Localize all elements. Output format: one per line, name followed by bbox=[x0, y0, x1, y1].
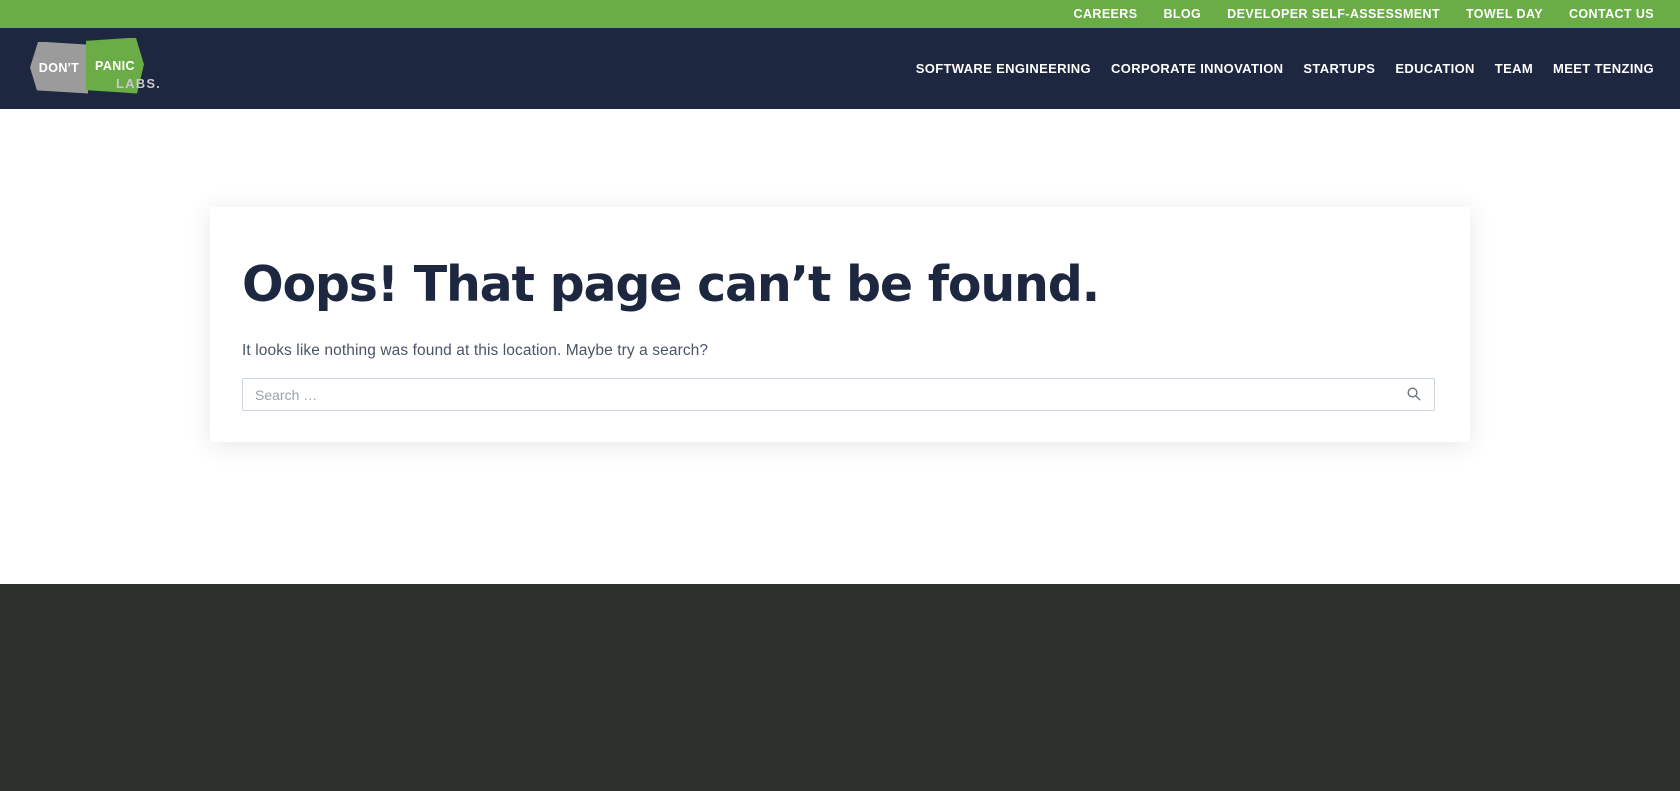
topbar-link-careers[interactable]: CAREERS bbox=[1074, 7, 1138, 21]
topbar-link-developer-self-assessment[interactable]: DEVELOPER SELF-ASSESSMENT bbox=[1227, 7, 1440, 21]
search-form bbox=[242, 378, 1435, 412]
nav-item-corporate-innovation[interactable]: CORPORATE INNOVATION bbox=[1111, 61, 1283, 76]
topbar-link-blog[interactable]: BLOG bbox=[1163, 7, 1201, 21]
site-footer: FOLLOW HOME SOFTWARE ENGINEERING CORPORA… bbox=[0, 584, 1680, 791]
site-header: DON'T PANIC LABS. SOFTWARE ENGINEERING C… bbox=[0, 28, 1680, 109]
top-utility-bar: CAREERS BLOG DEVELOPER SELF-ASSESSMENT T… bbox=[0, 0, 1680, 28]
logo-word-labs: LABS. bbox=[116, 75, 161, 91]
logo-hexagon-gray: DON'T bbox=[30, 41, 88, 94]
main-content: Oops! That page can’t be found. It looks… bbox=[0, 109, 1680, 584]
search-icon bbox=[1406, 386, 1421, 404]
main-navigation: SOFTWARE ENGINEERING CORPORATE INNOVATIO… bbox=[916, 61, 1654, 76]
topbar-link-towel-day[interactable]: TOWEL DAY bbox=[1466, 7, 1543, 21]
site-logo[interactable]: DON'T PANIC LABS. bbox=[30, 37, 160, 100]
nav-item-startups[interactable]: STARTUPS bbox=[1303, 61, 1375, 76]
logo-word-panic: PANIC bbox=[95, 58, 135, 73]
logo-marks: DON'T PANIC LABS. bbox=[30, 37, 160, 94]
search-submit-button[interactable] bbox=[1392, 379, 1434, 410]
nav-item-meet-tenzing[interactable]: MEET TENZING bbox=[1553, 61, 1654, 76]
search-input[interactable] bbox=[243, 379, 1392, 411]
nav-item-team[interactable]: TEAM bbox=[1495, 61, 1533, 76]
logo-word-dont: DON'T bbox=[38, 60, 80, 75]
nav-item-education[interactable]: EDUCATION bbox=[1395, 61, 1474, 76]
error-card: Oops! That page can’t be found. It looks… bbox=[210, 207, 1470, 442]
topbar-link-contact-us[interactable]: CONTACT US bbox=[1569, 7, 1654, 21]
nav-item-software-engineering[interactable]: SOFTWARE ENGINEERING bbox=[916, 61, 1091, 76]
error-subtitle: It looks like nothing was found at this … bbox=[242, 342, 709, 360]
page-title: Oops! That page can’t be found. bbox=[242, 256, 1100, 313]
